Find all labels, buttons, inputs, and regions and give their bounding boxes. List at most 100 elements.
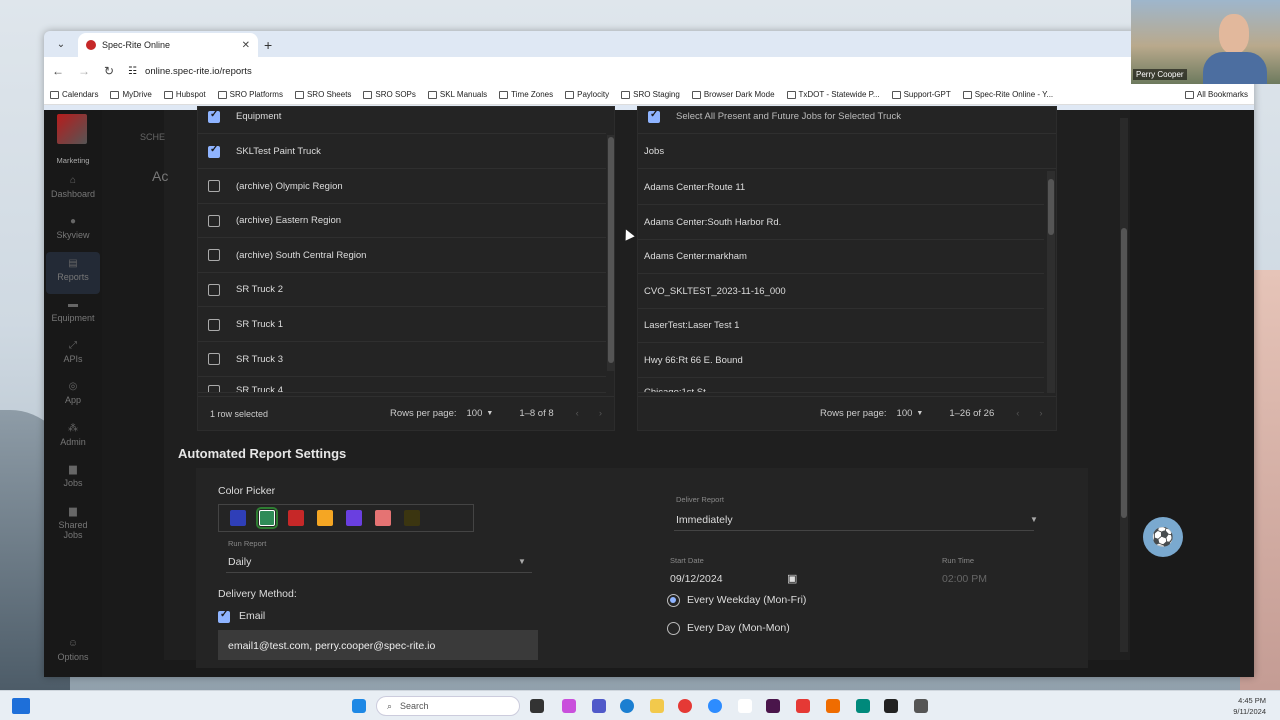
chevron-down-icon[interactable]: ▼ [916, 410, 923, 417]
taskbar-search[interactable]: ⌕ Search [376, 696, 520, 716]
list-item[interactable]: CVO_SKLTEST_2023-11-16_000 [638, 275, 1044, 309]
reload-icon[interactable]: ↻ [104, 64, 114, 78]
tab-search-icon[interactable]: ⌄ [50, 34, 72, 54]
deliver-report-select[interactable]: Immediately [676, 514, 733, 526]
row-checkbox[interactable] [208, 318, 220, 331]
widgets-icon[interactable] [12, 698, 30, 714]
row-checkbox[interactable] [208, 353, 220, 366]
scroll-thumb[interactable] [1048, 179, 1054, 235]
close-tab-icon[interactable]: ✕ [242, 40, 250, 51]
zoom-icon[interactable] [708, 699, 722, 713]
sidebar-item-app[interactable]: ◎ App [44, 381, 102, 405]
bookmark-item[interactable]: Spec-Rite Online - Y... [962, 90, 1053, 99]
table-row[interactable]: (archive) South Central Region [198, 239, 606, 273]
chevron-down-icon[interactable]: ▼ [518, 557, 526, 566]
app-icon-red[interactable] [796, 699, 810, 713]
asana-icon[interactable] [738, 699, 752, 713]
row-checkbox[interactable] [208, 144, 220, 158]
select-all-equipment-checkbox[interactable] [208, 109, 220, 123]
system-clock[interactable]: 4:45 PM 9/11/2024 [1233, 695, 1266, 717]
color-swatch[interactable] [404, 510, 420, 526]
url-field[interactable]: ☷ online.spec-rite.io/reports [128, 60, 1140, 82]
row-checkbox[interactable] [208, 249, 220, 262]
sidebar-item-jobs[interactable]: ▆ Jobs [44, 464, 102, 488]
task-view-icon[interactable] [530, 699, 544, 713]
row-checkbox[interactable] [208, 385, 220, 393]
radio-every-day[interactable] [667, 622, 680, 635]
row-checkbox[interactable] [208, 283, 220, 296]
bookmark-item[interactable]: Paylocity [565, 90, 609, 99]
list-item[interactable]: Adams Center:Route 11 [638, 171, 1044, 205]
rows-per-page-select[interactable]: 100 [897, 408, 913, 419]
calculator-icon[interactable] [914, 699, 928, 713]
color-swatch[interactable] [288, 510, 304, 526]
sidebar-item-admin[interactable]: ⁂ Admin [44, 423, 102, 447]
table-row[interactable]: SR Truck 2 [198, 273, 606, 308]
color-swatch[interactable] [346, 510, 362, 526]
bookmark-item[interactable]: SKL Manuals [427, 90, 487, 99]
start-icon[interactable] [352, 699, 366, 713]
row-checkbox[interactable] [208, 214, 220, 227]
bookmark-item[interactable]: MyDrive [110, 90, 152, 99]
jobs-scrollbar[interactable] [1047, 171, 1055, 393]
next-page-icon[interactable]: › [1039, 408, 1042, 419]
equipment-scrollbar[interactable] [607, 135, 615, 371]
next-page-icon[interactable]: › [599, 408, 602, 419]
edge-icon[interactable] [620, 699, 634, 713]
email-checkbox[interactable] [218, 609, 230, 623]
run-report-select[interactable]: Daily [228, 556, 251, 568]
bookmark-item[interactable]: SRO Platforms [217, 90, 283, 99]
all-bookmarks[interactable]: All Bookmarks [1184, 90, 1248, 99]
color-swatch[interactable] [256, 507, 278, 529]
list-item[interactable]: Hwy 66:Rt 66 E. Bound [638, 344, 1044, 378]
bookmark-item[interactable]: TxDOT - Statewide P... [786, 90, 880, 99]
list-item[interactable]: Adams Center:markham [638, 240, 1044, 275]
capcut-icon[interactable] [884, 699, 898, 713]
run-time-input[interactable]: 02:00 PM [942, 573, 987, 585]
list-item[interactable]: LaserTest:Laser Test 1 [638, 309, 1044, 344]
calendar-icon[interactable]: ▣ [787, 572, 797, 585]
back-icon[interactable]: ← [52, 64, 64, 78]
copilot-icon[interactable] [562, 699, 576, 713]
bookmark-item[interactable]: SRO SOPs [363, 90, 416, 99]
chevron-down-icon[interactable]: ▼ [486, 410, 493, 417]
spec-rite-logo[interactable] [57, 114, 87, 144]
select-all-jobs-checkbox[interactable] [648, 109, 660, 123]
bookmark-item[interactable]: Hubspot [163, 90, 206, 99]
sidebar-item-shared-jobs[interactable]: ▆ Shared Jobs [44, 506, 102, 540]
chrome-icon[interactable] [678, 699, 692, 713]
chevron-down-icon[interactable]: ▼ [1030, 515, 1038, 524]
list-item[interactable]: Adams Center:South Harbor Rd. [638, 206, 1044, 240]
bookmark-item[interactable]: Calendars [50, 90, 98, 99]
color-swatch[interactable] [230, 510, 246, 526]
sidebar-item-apis[interactable]: ⤢ APIs [44, 340, 102, 364]
browser-tab[interactable]: Spec-Rite Online ✕ [78, 33, 258, 57]
bookmark-item[interactable]: Browser Dark Mode [691, 90, 775, 99]
file-explorer-icon[interactable] [650, 699, 664, 713]
support-chat-button[interactable]: ⚽ [1143, 517, 1183, 557]
sidebar-item-options[interactable]: ☺ Options [44, 638, 102, 662]
table-row[interactable]: SR Truck 1 [198, 308, 606, 342]
radio-every-weekday[interactable] [667, 594, 680, 607]
page-scrollbar[interactable] [1120, 118, 1128, 652]
color-swatch[interactable] [317, 510, 333, 526]
slack-icon[interactable] [766, 699, 780, 713]
forward-icon[interactable]: → [78, 64, 90, 78]
table-row[interactable]: (archive) Eastern Region [198, 204, 606, 239]
teams-icon[interactable] [592, 699, 606, 713]
scroll-thumb[interactable] [608, 137, 614, 363]
prev-page-icon[interactable]: ‹ [1016, 408, 1019, 419]
app-icon-orange[interactable] [826, 699, 840, 713]
table-row[interactable]: SKLTest Paint Truck [198, 135, 606, 169]
table-row[interactable]: (archive) Olympic Region [198, 170, 606, 204]
bookmark-item[interactable]: SRO Sheets [294, 90, 351, 99]
rows-per-page-select[interactable]: 100 [467, 408, 483, 419]
sidebar-item-skyview[interactable]: ● Skyview [44, 216, 102, 240]
new-tab-icon[interactable]: + [264, 37, 272, 53]
page-scroll-thumb[interactable] [1121, 228, 1127, 518]
notepad-icon[interactable] [856, 699, 870, 713]
table-row[interactable]: SR Truck 3 [198, 343, 606, 377]
sidebar-item-reports[interactable]: ▤ Reports [44, 252, 102, 294]
color-swatch[interactable] [375, 510, 391, 526]
row-checkbox[interactable] [208, 180, 220, 193]
